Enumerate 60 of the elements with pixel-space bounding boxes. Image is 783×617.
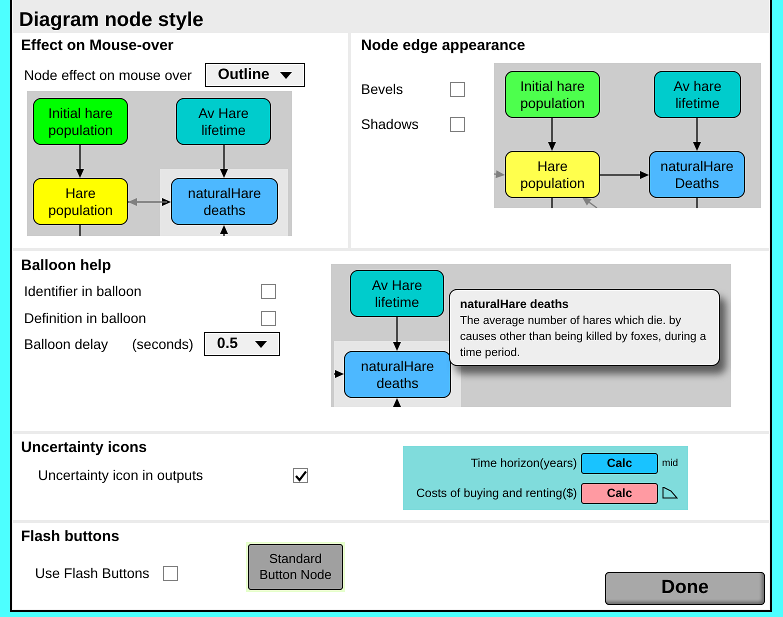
- diagram-node: Hare population: [505, 151, 600, 198]
- arrow: [393, 317, 401, 351]
- section-title: Uncertainty icons: [21, 439, 148, 457]
- tooltip-text: The average number of hares which die. by causes other than being killed by foxes, during a time period.: [460, 314, 708, 361]
- dropdown[interactable]: 0.5: [204, 332, 280, 356]
- arrow: [334, 370, 344, 378]
- arrow: [548, 118, 556, 151]
- arrow: [220, 145, 228, 178]
- sample-button[interactable]: Standard Button Node: [248, 544, 343, 590]
- arrow: [220, 225, 228, 236]
- variable-label: Costs of buying and renting($): [416, 485, 577, 502]
- distribution-icon: [662, 487, 678, 499]
- section-title: Flash buttons: [21, 528, 120, 546]
- calc-button[interactable]: Calc: [581, 482, 658, 504]
- option-label: Shadows: [361, 115, 419, 134]
- checkbox[interactable]: [163, 566, 178, 581]
- diagram-node: naturalHare deaths: [171, 178, 278, 225]
- connector-line: [551, 198, 553, 208]
- window-title: Diagram node style: [18, 8, 205, 30]
- arrow: [494, 170, 505, 178]
- connector-line: [79, 225, 81, 236]
- option-label: Definition in balloon: [24, 309, 146, 328]
- check-icon: [294, 470, 306, 482]
- variable-label: Time horizon(years): [470, 455, 577, 472]
- diagram-node: naturalHare deaths: [344, 351, 451, 398]
- option-label: Identifier in balloon: [24, 282, 142, 301]
- diagram-node: Hare population: [33, 178, 128, 225]
- field-label: Balloon delay: [24, 334, 110, 354]
- uncertainty-marker: mid: [662, 456, 680, 470]
- option-label: Use Flash Buttons: [35, 564, 150, 583]
- checkbox[interactable]: [450, 82, 465, 97]
- option-label: Uncertainty icon in outputs: [38, 466, 204, 485]
- caret-icon: [280, 72, 292, 78]
- calc-button[interactable]: Calc: [581, 452, 658, 474]
- arrow: [393, 398, 401, 407]
- arrow: [582, 197, 598, 208]
- checkbox[interactable]: [450, 117, 465, 132]
- diagram-node: Av Hare lifetime: [176, 98, 271, 145]
- arrow: [76, 145, 84, 178]
- unit-label: (seconds): [132, 334, 194, 354]
- tooltip-title: naturalHare deaths: [460, 297, 570, 312]
- checkbox[interactable]: [261, 311, 276, 326]
- diagram-node: Av hare lifetime: [654, 71, 741, 118]
- section-title: Balloon help: [21, 257, 112, 275]
- section-title: Node edge appearance: [361, 37, 526, 55]
- diagram-node: naturalHare Deaths: [649, 151, 745, 198]
- option-label: Bevels: [361, 80, 404, 99]
- diagram-node: Initial hare population: [505, 71, 600, 118]
- arrow: [600, 171, 649, 179]
- connector-line: [696, 198, 698, 208]
- caret-icon: [255, 340, 267, 348]
- checkbox[interactable]: [293, 468, 308, 483]
- checkbox[interactable]: [261, 284, 276, 299]
- field-label: Node effect on mouse over: [24, 66, 192, 84]
- done-button[interactable]: Done: [605, 572, 765, 605]
- dropdown[interactable]: Outline: [204, 63, 305, 87]
- diagram-node: Initial hare population: [33, 98, 128, 145]
- arrow: [693, 118, 701, 151]
- diagram-node: Av Hare lifetime: [350, 270, 444, 317]
- section-title: Effect on Mouse-over: [21, 37, 175, 55]
